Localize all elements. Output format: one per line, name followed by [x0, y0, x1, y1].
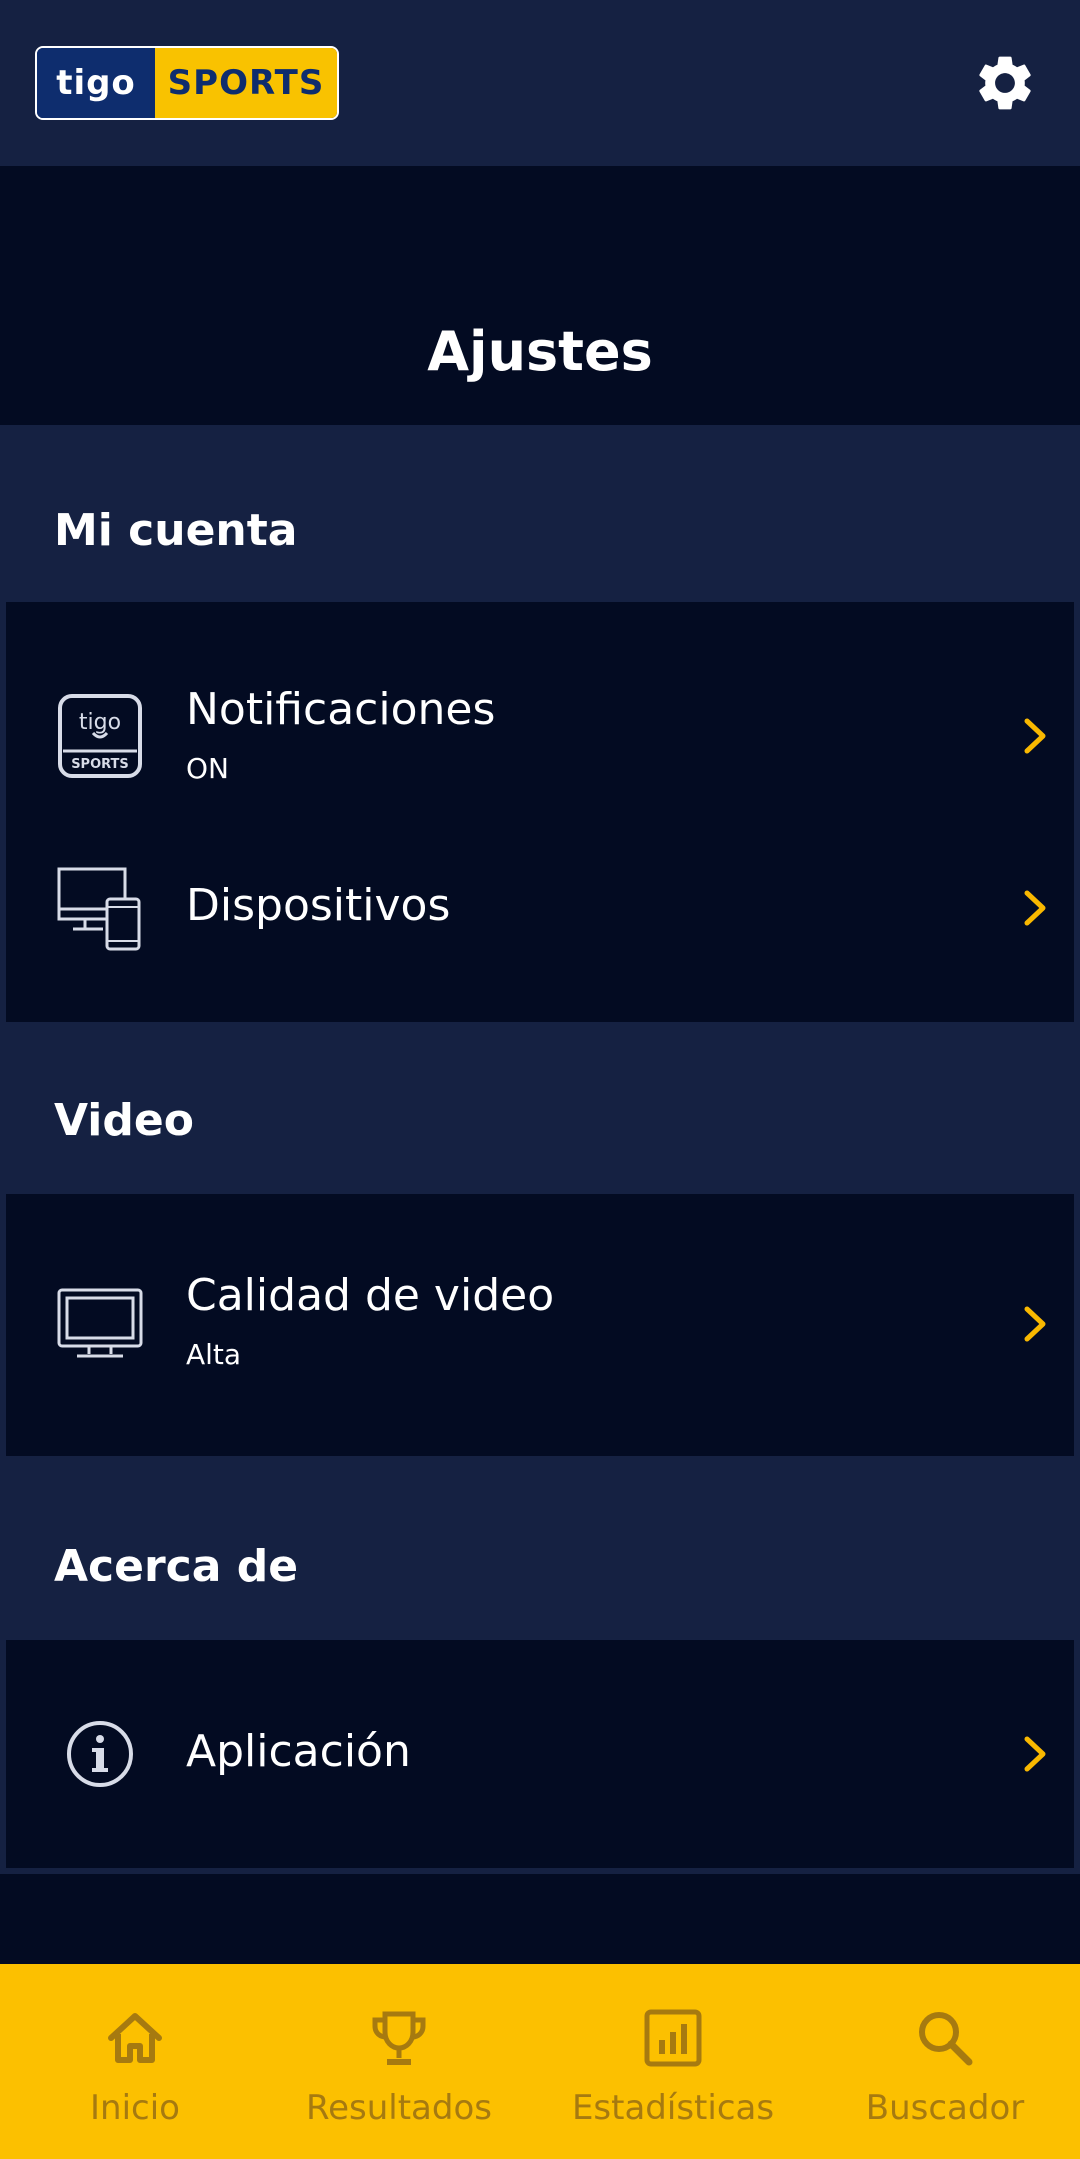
gear-icon[interactable]: [972, 50, 1038, 116]
title-band: [0, 166, 1080, 425]
page-title: Ajustes: [427, 320, 653, 383]
settings-item-devices[interactable]: Dispositivos: [6, 830, 1074, 1022]
top-app-bar: tigo SPORTS: [0, 0, 1080, 166]
section-header-account: Mi cuenta: [54, 505, 298, 556]
notifications-status: ON: [186, 752, 229, 785]
account-card: tigo SPORTS Notificaciones ON Dispositiv…: [6, 602, 1074, 1022]
section-header-about: Acerca de: [54, 1541, 299, 1592]
devices-icon: [52, 860, 148, 956]
svg-text:SPORTS: SPORTS: [71, 757, 129, 772]
devices-title: Dispositivos: [186, 880, 451, 931]
notifications-title: Notificaciones: [186, 684, 496, 735]
tv-icon: [52, 1276, 148, 1372]
video-quality-value: Alta: [186, 1338, 242, 1371]
svg-text:tigo: tigo: [79, 710, 121, 735]
info-icon: [52, 1706, 148, 1802]
nav-label-inicio: Inicio: [90, 2088, 180, 2128]
nav-item-estadisticas[interactable]: Estadísticas: [538, 1964, 808, 2159]
home-icon: [108, 2013, 162, 2063]
bottom-navigation: Inicio Resultados Estadísticas Buscador: [0, 1964, 1080, 2159]
nav-label-estadisticas: Estadísticas: [571, 2088, 775, 2128]
logo-tigo-text: tigo: [37, 48, 155, 118]
video-card: Calidad de video Alta: [6, 1194, 1074, 1456]
about-card: Aplicación: [6, 1640, 1074, 1868]
video-quality-title: Calidad de video: [186, 1270, 555, 1321]
nav-item-resultados[interactable]: Resultados: [264, 1964, 534, 2159]
application-title: Aplicación: [186, 1726, 411, 1777]
settings-item-video-quality[interactable]: Calidad de video Alta: [6, 1194, 1074, 1456]
nav-label-resultados: Resultados: [306, 2088, 492, 2128]
tigo-sports-logo: tigo SPORTS: [35, 46, 339, 120]
stats-icon: [644, 2009, 702, 2067]
nav-item-inicio[interactable]: Inicio: [0, 1964, 270, 2159]
chevron-right-icon: [1024, 1736, 1046, 1772]
content-bottom-strip: [0, 1874, 1080, 1964]
search-icon: [919, 2012, 973, 2066]
chevron-right-icon: [1024, 718, 1046, 754]
settings-item-application[interactable]: Aplicación: [6, 1640, 1074, 1868]
nav-item-buscador[interactable]: Buscador: [810, 1964, 1080, 2159]
nav-label-buscador: Buscador: [865, 2088, 1025, 2128]
settings-item-notifications[interactable]: tigo SPORTS Notificaciones ON: [6, 602, 1074, 830]
section-header-video: Video: [54, 1095, 194, 1146]
tigo-sports-icon: tigo SPORTS: [52, 688, 148, 784]
logo-sports-text: SPORTS: [155, 48, 337, 118]
chevron-right-icon: [1024, 890, 1046, 926]
chevron-right-icon: [1024, 1306, 1046, 1342]
trophy-icon: [372, 2011, 426, 2065]
